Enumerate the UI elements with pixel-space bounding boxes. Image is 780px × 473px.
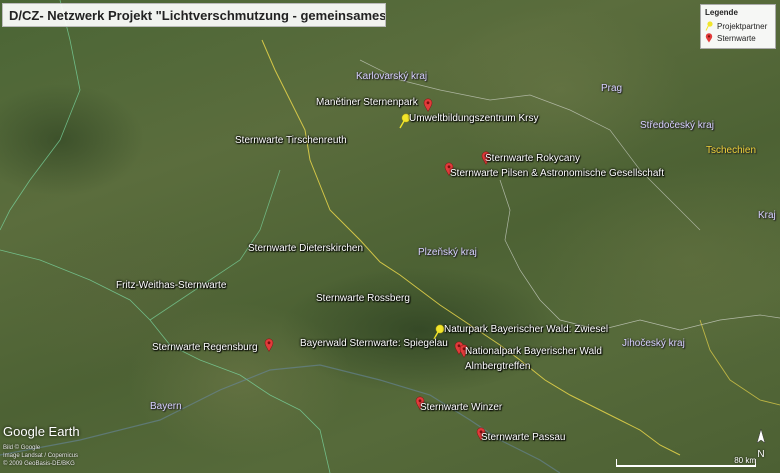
scale-line <box>616 465 756 467</box>
place-label-spiegelau[interactable]: Bayerwald Sternwarte: Spiegelau <box>300 338 448 349</box>
region-label-jihocesky: Jihočeský kraj <box>622 338 685 349</box>
credit-line: Image Landsat / Copernicus <box>3 453 79 459</box>
place-label-manetiner[interactable]: Manětiner Sternenpark <box>316 97 418 108</box>
credit-line: Bild © Google <box>3 445 41 451</box>
scale-tick <box>616 459 617 467</box>
region-label-karlovarsky: Karlovarský kraj <box>356 71 428 82</box>
place-label-passau[interactable]: Sternwarte Passau <box>481 432 566 443</box>
place-label-umweltbildungszentrum[interactable]: Umweltbildungszentrum Krsy <box>409 113 539 124</box>
country-label-tschechien: Tschechien <box>706 145 757 156</box>
place-label-naturpark[interactable]: Naturpark Bayerischer Wald: Zwiesel <box>444 324 608 335</box>
place-label-winzer[interactable]: Sternwarte Winzer <box>420 402 502 413</box>
region-label-plzensky: Plzeňský kraj <box>418 247 477 258</box>
place-label-almbergtreffen[interactable]: Almbergtreffen <box>465 361 530 372</box>
legend-item-projektpartner: Projektpartner <box>705 20 771 32</box>
place-label-rokycany[interactable]: Sternwarte Rokycany <box>485 153 580 164</box>
red-marker-icon <box>705 33 713 43</box>
image-credits: Bild © Google Image Landsat / Copernicus… <box>3 444 78 468</box>
compass-arrow-icon <box>756 428 766 444</box>
legend-item-sternwarte: Sternwarte <box>705 32 771 44</box>
legend-label: Projektpartner <box>717 21 768 31</box>
map-title: D/CZ- Netzwerk Projekt "Lichtverschmutzu… <box>2 3 386 27</box>
district-border-line <box>699 319 780 406</box>
red-marker-icon[interactable] <box>264 338 274 352</box>
legend-label: Sternwarte <box>717 33 756 43</box>
place-label-rossberg[interactable]: Sternwarte Rossberg <box>316 293 410 304</box>
place-label-fritz-weithas[interactable]: Fritz-Weithas-Sternwarte <box>116 280 226 291</box>
river-line <box>0 364 561 473</box>
region-border-line <box>499 179 780 331</box>
yellow-pushpin-icon <box>705 21 713 31</box>
place-label-pilsen[interactable]: Sternwarte Pilsen & Astronomische Gesell… <box>450 168 664 179</box>
region-label-kraj: Kraj <box>758 210 776 221</box>
district-border-line <box>0 0 81 231</box>
place-label-regensburg[interactable]: Sternwarte Regensburg <box>152 342 258 353</box>
legend-heading: Legende <box>705 8 738 17</box>
north-arrow-icon[interactable]: N <box>752 428 770 460</box>
place-label-tirschenreuth[interactable]: Sternwarte Tirschenreuth <box>235 135 347 146</box>
credit-line: © 2009 GeoBasis-DE/BKG <box>3 461 75 467</box>
legend-panel: Legende Projektpartner Sternwarte <box>700 4 776 49</box>
place-label-dieterskirchen[interactable]: Sternwarte Dieterskirchen <box>248 243 363 254</box>
place-label-nationalpark[interactable]: Nationalpark Bayerischer Wald <box>465 346 602 357</box>
region-border-line <box>359 59 701 231</box>
google-earth-logo: Google Earth <box>3 424 80 439</box>
region-label-prag: Prag <box>601 83 623 94</box>
north-label: N <box>757 449 765 460</box>
red-marker-icon[interactable] <box>423 98 433 112</box>
region-label-bayern: Bayern <box>150 401 182 412</box>
region-label-stredocesky: Středočeský kraj <box>640 120 714 131</box>
scale-bar: 80 km <box>616 456 756 469</box>
